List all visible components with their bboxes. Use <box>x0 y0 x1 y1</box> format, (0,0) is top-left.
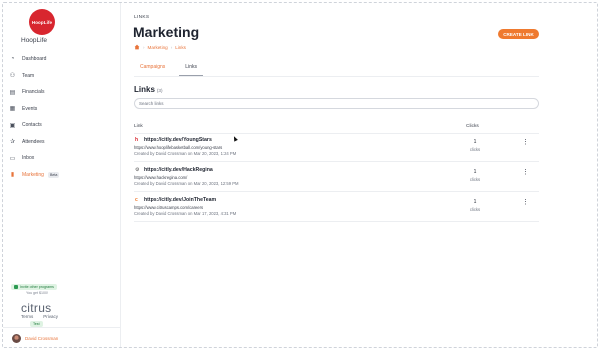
sidebar-item-team[interactable]: ⚇ Team <box>3 68 121 85</box>
create-link-button[interactable]: CREATE LINK <box>498 29 539 39</box>
created-meta: Created by David Crossman on Mar 17, 202… <box>134 211 237 216</box>
home-icon[interactable] <box>134 44 140 50</box>
team-icon: ⚇ <box>9 73 16 80</box>
click-label: clicks <box>469 177 481 182</box>
gift-icon <box>14 285 18 289</box>
click-label: clicks <box>469 207 481 212</box>
sidebar-item-label: Contacts <box>22 122 42 129</box>
invite-pill: Invite other programs <box>11 284 57 290</box>
short-link[interactable]: https://citly.dev/JoinTheTeam <box>144 197 216 203</box>
citrus-favicon-icon: c <box>135 197 138 203</box>
contacts-icon: ▣ <box>9 122 16 129</box>
created-meta: Created by David Crossman on Mar 20, 202… <box>134 181 239 186</box>
privacy-link[interactable]: Privacy <box>43 314 58 319</box>
sidebar-item-dashboard[interactable]: ◔ Dashboard <box>3 51 121 68</box>
invite-subtext: You get $100! <box>26 291 49 295</box>
marketing-icon: ▮ <box>10 172 15 179</box>
tabs-divider <box>134 76 539 77</box>
logo-text: HoopLife <box>31 19 53 25</box>
click-label: clicks <box>469 147 481 152</box>
terms-link[interactable]: Terms <box>21 314 33 319</box>
financials-icon: ▤ <box>9 89 16 96</box>
user-name: David Crossman <box>25 336 59 341</box>
dashboard-icon: ◔ <box>10 56 15 63</box>
beta-badge: Beta <box>47 171 60 178</box>
avatar <box>12 334 21 343</box>
more-options-icon[interactable]: ⋮ <box>522 198 529 206</box>
events-icon: ▦ <box>9 106 16 113</box>
search-links-input[interactable]: Search links <box>134 98 539 109</box>
click-count: 1 <box>473 199 477 205</box>
hooplife-favicon-icon: h <box>135 137 139 143</box>
links-title: Links <box>134 85 155 94</box>
click-count: 1 <box>473 169 477 175</box>
tab-campaigns[interactable]: Campaigns <box>134 59 171 76</box>
table-row[interactable]: c https://citly.dev/JoinTheTeam https://… <box>134 194 539 222</box>
page-eyebrow: LINKS <box>134 15 150 20</box>
inbox-icon: ▭ <box>9 155 16 162</box>
sidebar-item-events[interactable]: ▦ Events <box>3 101 121 118</box>
column-header-clicks: Clicks <box>466 124 479 129</box>
tab-links[interactable]: Links <box>179 59 203 76</box>
sidebar-item-label: Financials <box>22 89 45 96</box>
sidebar-item-label: Dashboard <box>22 56 47 63</box>
hooplife-logo[interactable]: HoopLife <box>29 9 55 35</box>
short-link[interactable]: https://citly.dev/YoungStars <box>144 137 212 143</box>
created-meta: Created by David Crossman on Mar 20, 202… <box>134 151 237 156</box>
destination-url: https://www.hackregina.com/ <box>134 175 188 180</box>
table-row[interactable]: ⚙ https://citly.dev/HackRegina https://w… <box>134 164 539 192</box>
sidebar-item-inbox[interactable]: ▭ Inbox <box>3 150 121 167</box>
sidebar-item-contacts[interactable]: ▣ Contacts <box>3 117 121 134</box>
hackregina-favicon-icon: ⚙ <box>135 167 140 173</box>
invite-label: Invite other programs <box>20 285 54 289</box>
brand-name: HoopLife <box>21 37 48 44</box>
destination-url: https://www.hooplifebasketball.com/young… <box>134 145 223 150</box>
breadcrumb-marketing[interactable]: Marketing <box>148 45 168 50</box>
sidebar-item-marketing[interactable]: ▮ Marketing Beta <box>3 167 121 184</box>
click-count: 1 <box>473 139 477 145</box>
table-row[interactable]: h https://citly.dev/YoungStars https://w… <box>134 134 539 162</box>
main-content: LINKS Marketing › Marketing › Links CREA… <box>121 3 597 347</box>
links-heading: Links (3) <box>134 85 163 94</box>
user-profile[interactable]: David Crossman <box>3 327 121 349</box>
sidebar-item-financials[interactable]: ▤ Financials <box>3 84 121 101</box>
breadcrumb: › Marketing › Links <box>134 44 186 50</box>
chevron-right-icon: › <box>143 44 145 50</box>
chevron-right-icon: › <box>170 44 173 50</box>
more-options-icon[interactable]: ⋮ <box>522 138 529 146</box>
citrus-logo: citrus <box>21 301 52 315</box>
more-options-icon[interactable]: ⋮ <box>522 168 529 176</box>
sidebar-item-label: Team <box>22 72 35 79</box>
sidebar-item-label: Attendees <box>22 138 45 145</box>
sidebar-nav: ◔ Dashboard ⚇ Team ▤ Financials ▦ Events… <box>3 51 121 183</box>
sidebar: HoopLife HoopLife ◔ Dashboard ⚇ Team ▤ F… <box>3 3 121 347</box>
short-link[interactable]: https://citly.dev/HackRegina <box>144 167 213 173</box>
links-count: (3) <box>156 88 163 93</box>
sidebar-item-label: Events <box>22 105 38 112</box>
breadcrumb-links[interactable]: Links <box>175 45 186 50</box>
sidebar-item-label: Inbox <box>22 155 35 162</box>
column-header-link: Link <box>134 124 143 129</box>
sidebar-item-label: Marketing <box>22 171 44 178</box>
tab-bar: Campaigns Links <box>134 59 211 76</box>
page-title: Marketing <box>133 24 200 40</box>
legal-links: Terms Privacy <box>21 314 58 319</box>
attendees-icon: ✰ <box>9 139 16 146</box>
invite-programs[interactable]: Invite other programs You get $100! <box>11 284 57 295</box>
sidebar-item-attendees[interactable]: ✰ Attendees <box>3 134 121 151</box>
destination-url: https://www.citruscamps.com/careers <box>134 205 204 210</box>
